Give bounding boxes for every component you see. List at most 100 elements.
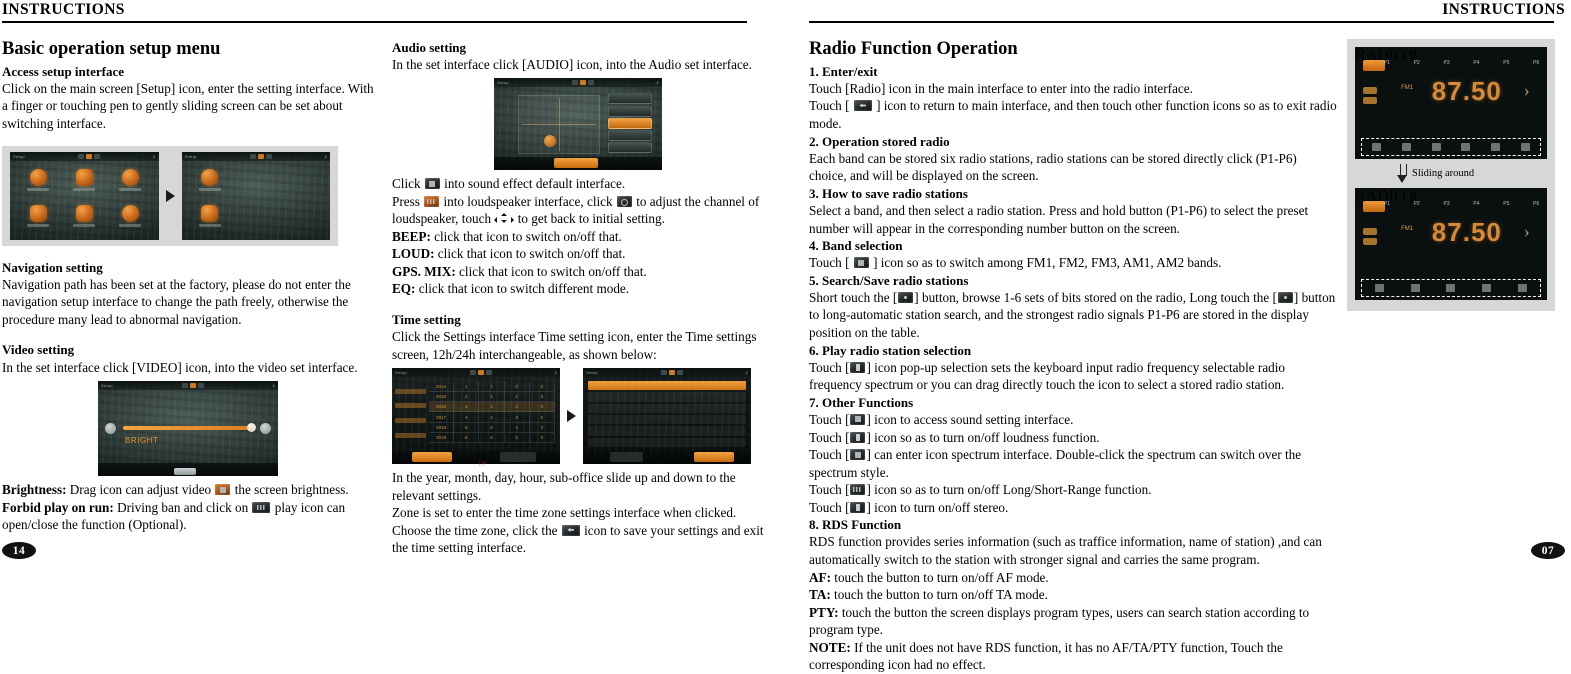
pty-line: PTY: touch the button the screen display…	[809, 604, 1337, 639]
preset-p4[interactable]: P4	[1473, 60, 1479, 66]
video-brightness-screen: Setup ♯ BRIGHT	[98, 381, 278, 477]
radio-tool2-icon-2[interactable]	[1410, 283, 1420, 292]
radio-tool-icon-2[interactable]	[1401, 142, 1411, 151]
preset-p6[interactable]: P6	[1533, 60, 1539, 66]
audio-click-text-b: into sound effect default interface.	[440, 176, 626, 192]
sound-effect-icon	[424, 178, 440, 190]
right-running-head: INSTRUCTIONS	[1442, 1, 1565, 18]
brightness-right-handle[interactable]	[259, 422, 271, 434]
other-func-line-4: Touch [ ] icon so as to turn on/off Long/…	[809, 481, 1337, 499]
setup-icon-video	[108, 163, 152, 198]
other-func-4a: Touch [	[809, 482, 850, 498]
radio-tool-icon-5[interactable]	[1491, 142, 1501, 151]
forbid-play-icon	[252, 501, 271, 513]
enter-exit-line-1: Touch [Radio] icon in the main interface…	[809, 80, 1193, 96]
timezone-item[interactable]	[588, 426, 746, 436]
radio-left-button-d[interactable]	[1362, 237, 1377, 245]
radio-tool-icon-3[interactable]	[1431, 142, 1441, 151]
audio-option-gpsmix[interactable]	[608, 129, 652, 141]
radio-next-chevron-icon-2[interactable]: ›	[1524, 221, 1530, 242]
brightness-left-handle[interactable]	[105, 422, 117, 434]
other-func-5b: ] icon to turn on/off stereo.	[866, 499, 1009, 515]
timezone-item-selected[interactable]	[588, 380, 746, 391]
left-column-1: Basic operation setup menu Access setup …	[2, 39, 386, 558]
search-save-b: ] button, browse 1-6 sets of bits stored…	[914, 289, 1277, 305]
radio-left-button-b[interactable]	[1362, 96, 1377, 104]
audio-ok-button[interactable]	[554, 158, 599, 169]
preset2-p6[interactable]: P6	[1533, 201, 1539, 207]
video-screen-foot-button[interactable]	[173, 468, 196, 476]
search-save-a: Short touch the [	[809, 289, 898, 305]
setup-icon-page2-blank-a	[234, 163, 278, 198]
zone-save-button[interactable]	[693, 452, 735, 463]
time-screen-label: Setup	[395, 370, 407, 376]
timezone-list[interactable]	[588, 380, 746, 447]
spectrum-icon	[850, 449, 866, 461]
time-setting-body: Click the Settings interface Time settin…	[392, 329, 757, 362]
audio-option-loud[interactable]	[608, 105, 652, 117]
time-value-grid[interactable]: 2014 1 1 0 0 2015 2 2 1 0 2016 3 3 2 0 2017 4 4 3 0 2018…	[428, 381, 555, 444]
range-icon	[850, 484, 866, 496]
enter-exit-subheading: 1. Enter/exit	[809, 63, 878, 79]
audio-option-beep[interactable]	[608, 93, 652, 105]
radio-tool2-icon-3[interactable]	[1446, 283, 1456, 292]
radio-band-tag-2[interactable]	[1362, 200, 1385, 212]
radio-screen-bottom: RADIO ♯ P1 P2 P3 P4 P5 P6 FM1 87.50 ›	[1355, 187, 1547, 300]
keyboard-input-icon	[850, 361, 866, 373]
other-func-4b: ] icon so as to turn on/off Long/Short-R…	[866, 482, 1152, 498]
radio-left-button-a[interactable]	[1362, 86, 1377, 94]
preset2-p5[interactable]: P5	[1503, 201, 1509, 207]
preset-p5[interactable]: P5	[1503, 60, 1509, 66]
audio-option-eq[interactable]	[608, 142, 652, 154]
preset-p1[interactable]: P1	[1384, 60, 1390, 66]
enter-exit-2b: ] icon to return to main interface, and …	[809, 98, 1337, 132]
timezone-item[interactable]	[588, 403, 746, 413]
brightness-slider[interactable]	[123, 423, 256, 433]
beep-line: BEEP: click that icon to switch on/off t…	[392, 228, 764, 246]
forbid-play-line: Forbid play on run: Driving ban and clic…	[2, 499, 374, 534]
preset-p2[interactable]: P2	[1414, 60, 1420, 66]
radio-next-chevron-icon[interactable]: ›	[1524, 80, 1530, 101]
radio-tool2-icon-5[interactable]	[1517, 283, 1527, 292]
four-way-nav-icon	[494, 213, 515, 225]
radio-preset-row-2: P1 P2 P3 P4 P5 P6	[1384, 201, 1540, 207]
radio-tool-icon-1[interactable]	[1372, 142, 1382, 151]
radio-tool2-icon-4[interactable]	[1482, 283, 1492, 292]
zone-cancel-button[interactable]	[609, 452, 644, 463]
audio-press-line: Press into loudspeaker interface, click …	[392, 193, 764, 228]
time-zone-button[interactable]	[499, 452, 537, 463]
time-after-3a: Choose the time zone, click the	[392, 522, 561, 538]
time-ok-button[interactable]	[412, 452, 453, 463]
audio-press-text-d: to get back to initial setting.	[514, 211, 665, 227]
video-screen-label: Setup	[101, 383, 113, 389]
access-setup-subheading: Access setup interface	[2, 63, 125, 79]
radio-tool-icon-6[interactable]	[1520, 142, 1530, 151]
ta-text: touch the button to turn on/off TA mode.	[830, 587, 1048, 603]
eq-text: click that icon to switch different mode…	[415, 281, 630, 297]
preset2-p3[interactable]: P3	[1444, 201, 1450, 207]
video-setting-body: In the set interface click [VIDEO] icon,…	[2, 359, 358, 375]
audio-option-selected[interactable]	[608, 117, 652, 129]
preset2-p1[interactable]: P1	[1384, 201, 1390, 207]
setup-menu-figure: Setup ♯ Setup ♯	[2, 145, 374, 246]
preset2-p4[interactable]: P4	[1473, 201, 1479, 207]
preset-p3[interactable]: P3	[1444, 60, 1450, 66]
radio-band-tag[interactable]	[1362, 59, 1385, 71]
time-field-labels	[395, 384, 426, 444]
eq-label: EQ:	[392, 281, 416, 297]
radio-tool-icon-4[interactable]	[1461, 142, 1471, 151]
audio-balance-pad[interactable]	[517, 94, 601, 154]
audio-option-rail	[608, 93, 652, 154]
radio-left-button-c[interactable]	[1362, 227, 1377, 235]
timezone-item[interactable]	[588, 414, 746, 425]
radio-tool2-icon-1[interactable]	[1375, 283, 1385, 292]
timezone-item[interactable]	[588, 437, 746, 447]
video-setting-subheading: Video setting	[2, 342, 75, 358]
timezone-item[interactable]	[588, 392, 746, 402]
other-func-3a: Touch [	[809, 447, 850, 463]
other-func-2b: ] icon so as to turn on/off loudness fun…	[866, 429, 1100, 445]
preset2-p2[interactable]: P2	[1414, 201, 1420, 207]
radio-function-heading: Radio Function Operation	[809, 38, 1018, 59]
loudspeaker-icon	[424, 195, 440, 207]
radio-text-column: Radio Function Operation 1. Enter/exit T…	[809, 39, 1347, 674]
